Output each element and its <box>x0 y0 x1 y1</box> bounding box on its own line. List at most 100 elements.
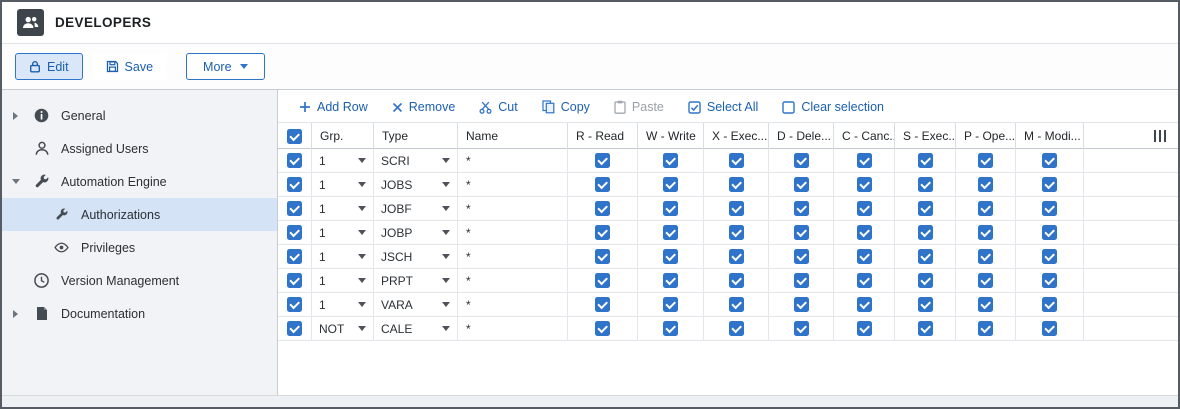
row-checkbox[interactable] <box>287 225 302 240</box>
perm-cell-modify[interactable] <box>1016 149 1084 172</box>
perm-cell-exec-s[interactable] <box>895 293 956 316</box>
perm-cell-write[interactable] <box>638 197 704 220</box>
perm-cell-open[interactable] <box>956 197 1016 220</box>
row-select-cell[interactable] <box>278 173 312 196</box>
perm-cell-exec-s[interactable] <box>895 197 956 220</box>
perm-checkbox[interactable] <box>728 297 744 312</box>
perm-checkbox[interactable] <box>595 321 610 336</box>
perm-cell-modify[interactable] <box>1016 245 1084 268</box>
perm-cell-delete[interactable] <box>769 317 834 340</box>
remove-button[interactable]: Remove <box>392 100 455 114</box>
sidebar-item-assigned-users[interactable]: Assigned Users <box>2 132 277 165</box>
save-button[interactable]: Save <box>91 53 168 80</box>
row-checkbox[interactable] <box>287 273 302 288</box>
perm-cell-read[interactable] <box>568 293 638 316</box>
perm-checkbox[interactable] <box>856 249 872 264</box>
perm-checkbox[interactable] <box>663 249 678 264</box>
name-cell[interactable]: * <box>458 149 568 172</box>
perm-cell-delete[interactable] <box>769 173 834 196</box>
row-checkbox[interactable] <box>287 297 302 312</box>
perm-cell-execute[interactable] <box>704 197 769 220</box>
row-select-cell[interactable] <box>278 197 312 220</box>
perm-checkbox[interactable] <box>595 201 610 216</box>
perm-cell-read[interactable] <box>568 245 638 268</box>
table-row[interactable]: 1 SCRI * <box>278 149 1178 173</box>
perm-cell-open[interactable] <box>956 293 1016 316</box>
perm-checkbox[interactable] <box>793 201 809 216</box>
row-select-cell[interactable] <box>278 293 312 316</box>
type-dropdown[interactable]: JOBP <box>374 221 458 244</box>
perm-checkbox[interactable] <box>856 273 872 288</box>
select-all-checkbox[interactable] <box>287 128 302 144</box>
perm-cell-cancel[interactable] <box>834 221 895 244</box>
perm-cell-modify[interactable] <box>1016 221 1084 244</box>
perm-checkbox[interactable] <box>856 297 872 312</box>
perm-checkbox[interactable] <box>793 225 809 240</box>
perm-cell-read[interactable] <box>568 221 638 244</box>
perm-cell-execute[interactable] <box>704 317 769 340</box>
grp-dropdown[interactable]: 1 <box>312 173 374 196</box>
type-dropdown[interactable]: PRPT <box>374 269 458 292</box>
type-dropdown[interactable]: JOBF <box>374 197 458 220</box>
perm-checkbox[interactable] <box>978 273 993 288</box>
type-dropdown[interactable]: VARA <box>374 293 458 316</box>
perm-cell-open[interactable] <box>956 221 1016 244</box>
column-header-name[interactable]: Name <box>458 123 568 149</box>
perm-checkbox[interactable] <box>917 297 933 312</box>
perm-cell-cancel[interactable] <box>834 197 895 220</box>
type-dropdown[interactable]: CALE <box>374 317 458 340</box>
perm-cell-cancel[interactable] <box>834 245 895 268</box>
select-all-header-cell[interactable] <box>278 123 312 149</box>
name-cell[interactable]: * <box>458 221 568 244</box>
perm-checkbox[interactable] <box>978 225 993 240</box>
perm-cell-execute[interactable] <box>704 245 769 268</box>
perm-checkbox[interactable] <box>978 177 993 192</box>
name-cell[interactable]: * <box>458 293 568 316</box>
perm-checkbox[interactable] <box>1042 321 1057 336</box>
perm-checkbox[interactable] <box>728 153 744 168</box>
perm-checkbox[interactable] <box>728 249 744 264</box>
perm-checkbox[interactable] <box>1042 297 1057 312</box>
perm-cell-execute[interactable] <box>704 221 769 244</box>
perm-checkbox[interactable] <box>663 321 678 336</box>
table-row[interactable]: 1 JOBP * <box>278 221 1178 245</box>
perm-cell-execute[interactable] <box>704 269 769 292</box>
perm-cell-modify[interactable] <box>1016 173 1084 196</box>
perm-checkbox[interactable] <box>917 153 933 168</box>
perm-checkbox[interactable] <box>978 153 993 168</box>
grp-dropdown[interactable]: 1 <box>312 293 374 316</box>
copy-button[interactable]: Copy <box>542 100 590 114</box>
sidebar-item-authorizations[interactable]: Authorizations <box>2 198 277 231</box>
cut-button[interactable]: Cut <box>479 100 518 114</box>
perm-cell-write[interactable] <box>638 221 704 244</box>
perm-cell-delete[interactable] <box>769 221 834 244</box>
perm-cell-delete[interactable] <box>769 293 834 316</box>
perm-checkbox[interactable] <box>728 201 744 216</box>
perm-cell-execute[interactable] <box>704 173 769 196</box>
grp-dropdown[interactable]: 1 <box>312 149 374 172</box>
grp-dropdown[interactable]: NOT <box>312 317 374 340</box>
perm-cell-read[interactable] <box>568 269 638 292</box>
perm-cell-exec-s[interactable] <box>895 173 956 196</box>
perm-checkbox[interactable] <box>1042 201 1057 216</box>
row-checkbox[interactable] <box>287 201 302 216</box>
column-header-write[interactable]: W - Write <box>638 123 704 149</box>
perm-cell-write[interactable] <box>638 269 704 292</box>
perm-cell-delete[interactable] <box>769 245 834 268</box>
name-cell[interactable]: * <box>458 317 568 340</box>
perm-cell-write[interactable] <box>638 149 704 172</box>
type-dropdown[interactable]: JSCH <box>374 245 458 268</box>
name-cell[interactable]: * <box>458 197 568 220</box>
sidebar-item-version-management[interactable]: Version Management <box>2 264 277 297</box>
perm-cell-open[interactable] <box>956 317 1016 340</box>
perm-checkbox[interactable] <box>793 273 809 288</box>
perm-cell-cancel[interactable] <box>834 269 895 292</box>
column-header-execute[interactable]: X - Exec... <box>704 123 769 149</box>
row-select-cell[interactable] <box>278 221 312 244</box>
perm-cell-read[interactable] <box>568 173 638 196</box>
perm-cell-read[interactable] <box>568 317 638 340</box>
sidebar-item-automation-engine[interactable]: Automation Engine <box>2 165 277 198</box>
perm-cell-exec-s[interactable] <box>895 269 956 292</box>
perm-cell-write[interactable] <box>638 173 704 196</box>
grp-dropdown[interactable]: 1 <box>312 245 374 268</box>
